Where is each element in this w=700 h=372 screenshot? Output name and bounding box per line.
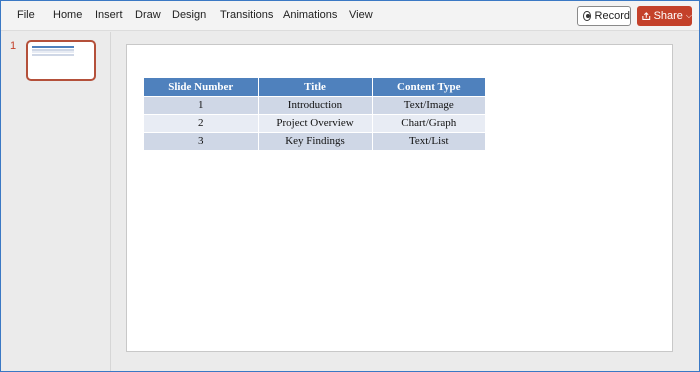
table-cell[interactable]: Key Findings bbox=[258, 131, 373, 150]
menu-design[interactable]: Design bbox=[172, 9, 206, 21]
menu-home[interactable]: Home bbox=[53, 9, 82, 21]
table-cell[interactable]: 3 bbox=[144, 131, 259, 150]
menu-view[interactable]: View bbox=[349, 9, 373, 21]
record-label: Record bbox=[594, 10, 630, 22]
menu-animations[interactable]: Animations bbox=[283, 9, 337, 21]
thumbnail-table-preview bbox=[32, 46, 74, 56]
slide-editor-area: Slide Number Title Content Type 1 Introd… bbox=[112, 32, 699, 371]
table-cell[interactable]: Chart/Graph bbox=[372, 113, 485, 132]
table-header-cell[interactable]: Title bbox=[258, 78, 373, 96]
table-header-row: Slide Number Title Content Type bbox=[144, 78, 485, 96]
table-cell[interactable]: Introduction bbox=[258, 95, 373, 114]
slide-thumbnail[interactable] bbox=[26, 40, 96, 81]
app-window: File Home Insert Draw Design Transitions… bbox=[0, 0, 700, 372]
record-button[interactable]: Record bbox=[577, 6, 631, 26]
menu-file[interactable]: File bbox=[17, 9, 35, 21]
ribbon-menubar: File Home Insert Draw Design Transitions… bbox=[1, 1, 699, 31]
table-cell[interactable]: 2 bbox=[144, 113, 259, 132]
slide-canvas[interactable]: Slide Number Title Content Type 1 Introd… bbox=[126, 44, 673, 352]
table-header-cell[interactable]: Content Type bbox=[372, 78, 485, 96]
menu-transitions[interactable]: Transitions bbox=[220, 9, 273, 21]
chevron-down-icon[interactable]: ⌵ bbox=[686, 11, 692, 21]
table-header-cell[interactable]: Slide Number bbox=[144, 78, 259, 96]
table-cell[interactable]: 1 bbox=[144, 95, 259, 114]
table-row: 3 Key Findings Text/List bbox=[144, 131, 485, 150]
share-icon bbox=[642, 12, 651, 20]
slide-thumbnail-pane: 1 bbox=[1, 32, 111, 371]
table-cell[interactable]: Text/List bbox=[372, 131, 485, 150]
menu-draw[interactable]: Draw bbox=[135, 9, 161, 21]
thumbnail-number: 1 bbox=[10, 40, 17, 52]
table-cell[interactable]: Text/Image bbox=[372, 95, 485, 114]
table-row: 2 Project Overview Chart/Graph bbox=[144, 113, 485, 132]
table-row: 1 Introduction Text/Image bbox=[144, 95, 485, 114]
share-label: Share bbox=[653, 10, 683, 22]
menu-insert[interactable]: Insert bbox=[95, 9, 123, 21]
slide-table[interactable]: Slide Number Title Content Type 1 Introd… bbox=[144, 78, 485, 150]
record-icon bbox=[583, 11, 591, 21]
share-button[interactable]: Share ⌵ bbox=[637, 6, 692, 26]
table-cell[interactable]: Project Overview bbox=[258, 113, 373, 132]
